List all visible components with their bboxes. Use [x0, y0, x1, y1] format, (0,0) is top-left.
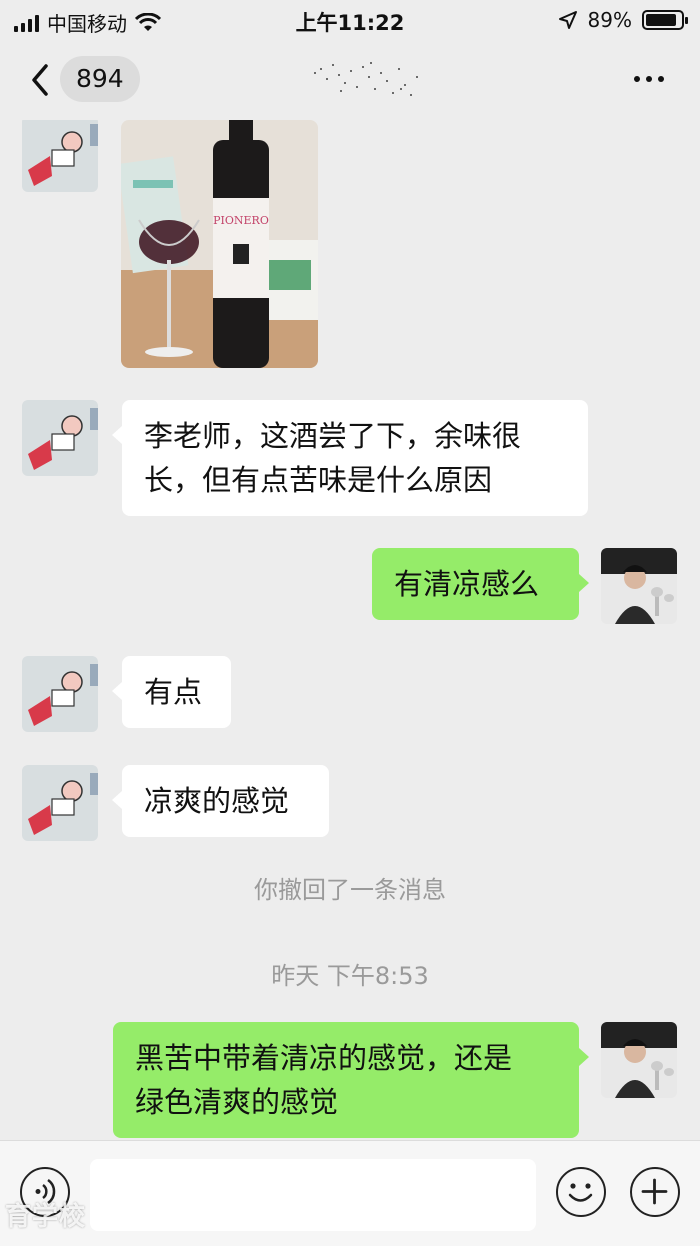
recalled-message-notice: 你撤回了一条消息: [254, 876, 446, 904]
chat-message-list[interactable]: PIONERO 李老师，这酒尝了下，余味很 长，但有点苦味是什么原因 有清凉感么…: [0, 120, 700, 1140]
message-line: 绿色清爽的感觉: [135, 1085, 339, 1119]
watermark: 育学校: [5, 1202, 87, 1232]
message-line: 凉爽的感觉: [144, 784, 290, 818]
message-line: 李老师，这酒尝了下，余味很: [144, 419, 522, 453]
location-arrow-icon: [558, 11, 577, 29]
self-avatar[interactable]: [601, 1022, 677, 1098]
smiley-icon[interactable]: [556, 1167, 606, 1217]
bottle-label: PIONERO: [213, 214, 269, 227]
more-dots-icon[interactable]: [634, 76, 664, 82]
chat-title-redacted: [314, 62, 418, 96]
message-bubble-incoming[interactable]: 凉爽的感觉: [112, 765, 329, 837]
battery-percent: 89%: [587, 8, 632, 32]
status-right: 89%: [558, 8, 688, 32]
contact-avatar[interactable]: [22, 400, 98, 476]
status-bar: 中国移动 上午11:22 89%: [0, 0, 700, 38]
chevron-left-icon[interactable]: [26, 60, 56, 100]
wine-bottle-photo[interactable]: PIONERO: [121, 120, 318, 368]
contact-avatar[interactable]: [22, 656, 98, 732]
contact-avatar[interactable]: [22, 120, 98, 192]
contact-avatar[interactable]: [22, 765, 98, 841]
self-avatar[interactable]: [601, 548, 677, 624]
message-line: 有清凉感么: [394, 567, 540, 601]
message-line: 有点: [144, 675, 203, 709]
message-bubble-incoming[interactable]: 有点: [112, 656, 231, 728]
message-line: 长，但有点苦味是什么原因: [144, 463, 493, 497]
chat-header: 894: [0, 38, 700, 120]
timestamp: 昨天 下午8:53: [271, 962, 429, 990]
plus-icon[interactable]: [630, 1167, 680, 1217]
message-bubble-outgoing[interactable]: 有清凉感么: [372, 548, 589, 620]
battery-icon: [642, 10, 688, 30]
message-line: 黑苦中带着清凉的感觉，还是: [135, 1041, 513, 1075]
message-input[interactable]: [90, 1159, 536, 1231]
message-bubble-incoming[interactable]: 李老师，这酒尝了下，余味很 长，但有点苦味是什么原因: [112, 400, 588, 516]
input-bar: [0, 1140, 700, 1246]
unread-count-badge[interactable]: 894: [60, 56, 140, 102]
message-bubble-outgoing[interactable]: 黑苦中带着清凉的感觉，还是 绿色清爽的感觉: [113, 1022, 589, 1138]
